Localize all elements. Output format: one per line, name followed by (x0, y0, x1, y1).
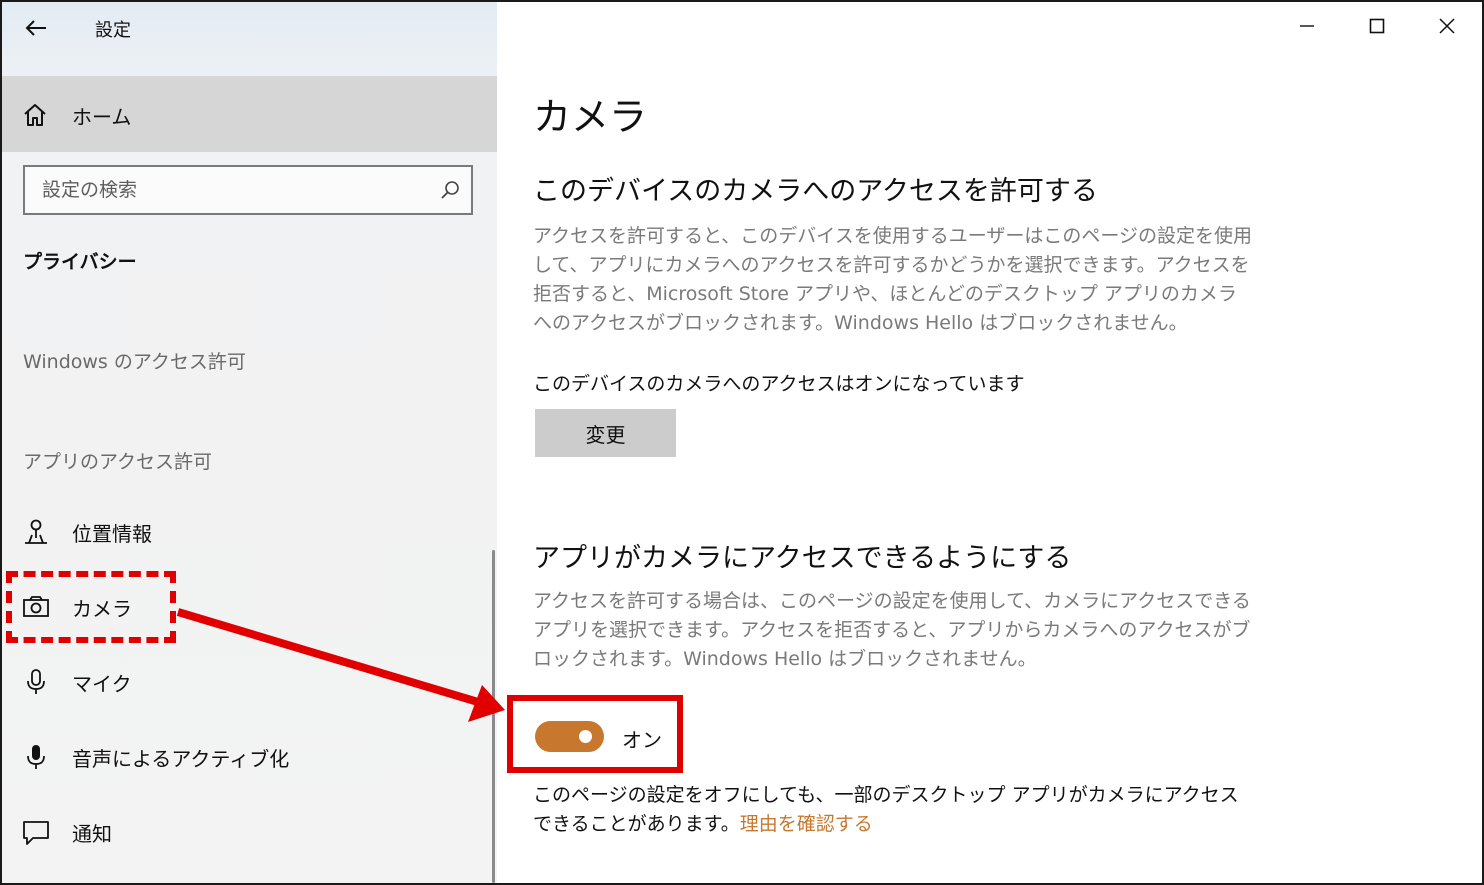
microphone-icon (27, 669, 45, 694)
notification-icon (23, 821, 49, 845)
app-access-toggle[interactable] (535, 721, 604, 752)
section-title: プライバシー (23, 251, 137, 273)
sidebar-item-label: 音声によるアクティブ化 (72, 747, 290, 771)
device-access-status: このデバイスのカメラへのアクセスはオンになっています (533, 373, 1025, 395)
search-input[interactable] (25, 167, 425, 213)
home-icon (24, 104, 46, 126)
camera-icon (23, 596, 49, 617)
search-box[interactable] (23, 165, 473, 215)
sidebar-item-label: マイク (72, 672, 132, 696)
footnote: このページの設定をオフにしても、一部のデスクトップ アプリがカメラにアクセスでき… (533, 781, 1253, 839)
back-arrow-icon (25, 20, 46, 36)
sidebar: 設定 ホーム プライバシー Windows のアクセス許可 アプリのアクセス許可… (2, 2, 497, 883)
group-heading-windows: Windows のアクセス許可 (23, 351, 246, 373)
app-access-heading: アプリがカメラにアクセスできるようにする (533, 543, 1072, 574)
toggle-knob (579, 730, 592, 743)
sidebar-item-location[interactable]: 位置情報 (2, 502, 490, 562)
footnote-text: このページの設定をオフにしても、一部のデスクトップ アプリがカメラにアクセスでき… (533, 784, 1239, 835)
window-controls (1272, 2, 1482, 50)
location-icon (25, 519, 47, 544)
app-access-description: アクセスを許可する場合は、このページの設定を使用して、カメラにアクセスできるアプ… (533, 590, 1251, 670)
sidebar-item-notifications[interactable]: 通知 (2, 802, 490, 862)
home-label: ホーム (72, 105, 132, 129)
sidebar-item-label: 通知 (72, 822, 112, 846)
sidebar-item-camera[interactable]: カメラ (2, 577, 490, 637)
close-icon (1439, 18, 1455, 34)
maximize-icon (1369, 18, 1385, 34)
search-icon[interactable] (439, 179, 461, 201)
maximize-button[interactable] (1342, 2, 1412, 50)
sidebar-item-voice-activation[interactable]: 音声によるアクティブ化 (2, 727, 490, 787)
sidebar-item-label: カメラ (72, 597, 132, 621)
app-title: 設定 (95, 20, 131, 41)
sidebar-item-label: 位置情報 (72, 522, 152, 546)
group-heading-apps: アプリのアクセス許可 (23, 451, 213, 473)
sidebar-scrollbar[interactable] (492, 550, 495, 883)
page-title: カメラ (533, 95, 648, 139)
home-nav-item[interactable]: ホーム (2, 76, 497, 152)
device-access-heading: このデバイスのカメラへのアクセスを許可する (533, 176, 1098, 207)
learn-why-link[interactable]: 理由を確認する (740, 813, 873, 835)
minimize-button[interactable] (1272, 2, 1342, 50)
change-button[interactable]: 変更 (535, 409, 676, 457)
voice-activation-icon (27, 745, 45, 769)
back-button[interactable] (12, 8, 60, 48)
close-button[interactable] (1412, 2, 1482, 50)
sidebar-item-microphone[interactable]: マイク (2, 652, 490, 712)
title-bar: 設定 (2, 2, 497, 52)
minimize-icon (1300, 25, 1314, 27)
device-access-description: アクセスを許可すると、このデバイスを使用するユーザーはこのページの設定を使用して… (533, 225, 1252, 334)
toggle-state-label: オン (622, 728, 662, 752)
